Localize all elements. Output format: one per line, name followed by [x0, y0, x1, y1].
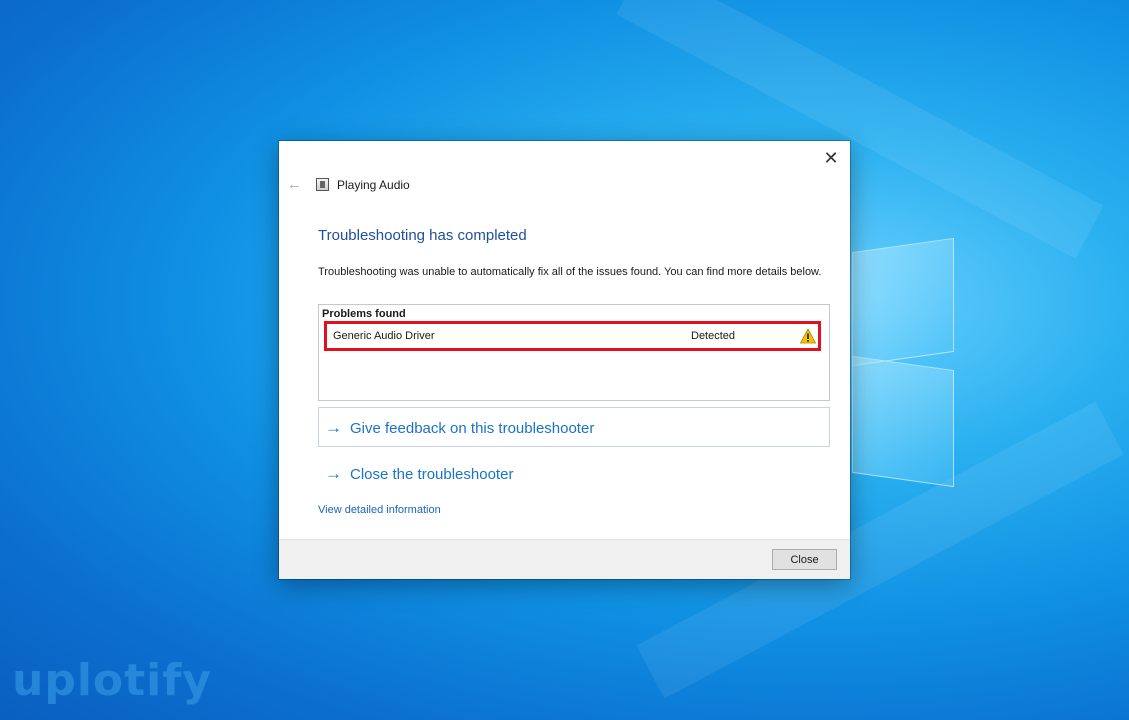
feedback-link-label: Give feedback on this troubleshooter	[350, 419, 595, 437]
problem-name: Generic Audio Driver	[333, 330, 435, 342]
windows-logo	[852, 205, 962, 495]
arrow-right-icon: →	[325, 464, 342, 483]
warning-icon	[800, 328, 816, 344]
window-title: Playing Audio	[337, 178, 410, 192]
problem-row[interactable]: Generic Audio Driver Detected	[324, 321, 821, 351]
back-arrow-icon[interactable]: ←	[287, 177, 303, 193]
problems-title: Problems found	[322, 308, 406, 320]
problem-status: Detected	[691, 330, 736, 342]
view-details-link[interactable]: View detailed information	[318, 504, 441, 516]
page-heading: Troubleshooting has completed	[318, 227, 527, 244]
close-button[interactable]: Close	[772, 549, 837, 570]
feedback-link[interactable]: → Give feedback on this troubleshooter	[325, 418, 594, 438]
close-troubleshooter-link[interactable]: → Close the troubleshooter	[325, 464, 513, 484]
troubleshooter-dialog: ✕ ← Playing Audio Troubleshooting has co…	[279, 141, 850, 579]
problems-list: Problems found Generic Audio Driver Dete…	[318, 304, 830, 401]
desktop-background: uplotify ✕ ← Playing Audio Troubleshooti…	[0, 0, 1129, 720]
troubleshooter-icon	[316, 178, 329, 191]
watermark-logo: uplotify	[12, 655, 213, 706]
description-text: Troubleshooting was unable to automatica…	[318, 266, 822, 278]
dialog-footer: Close	[279, 539, 850, 579]
close-troubleshooter-label: Close the troubleshooter	[350, 465, 514, 483]
arrow-right-icon: →	[325, 418, 342, 437]
close-icon[interactable]: ✕	[820, 147, 842, 169]
